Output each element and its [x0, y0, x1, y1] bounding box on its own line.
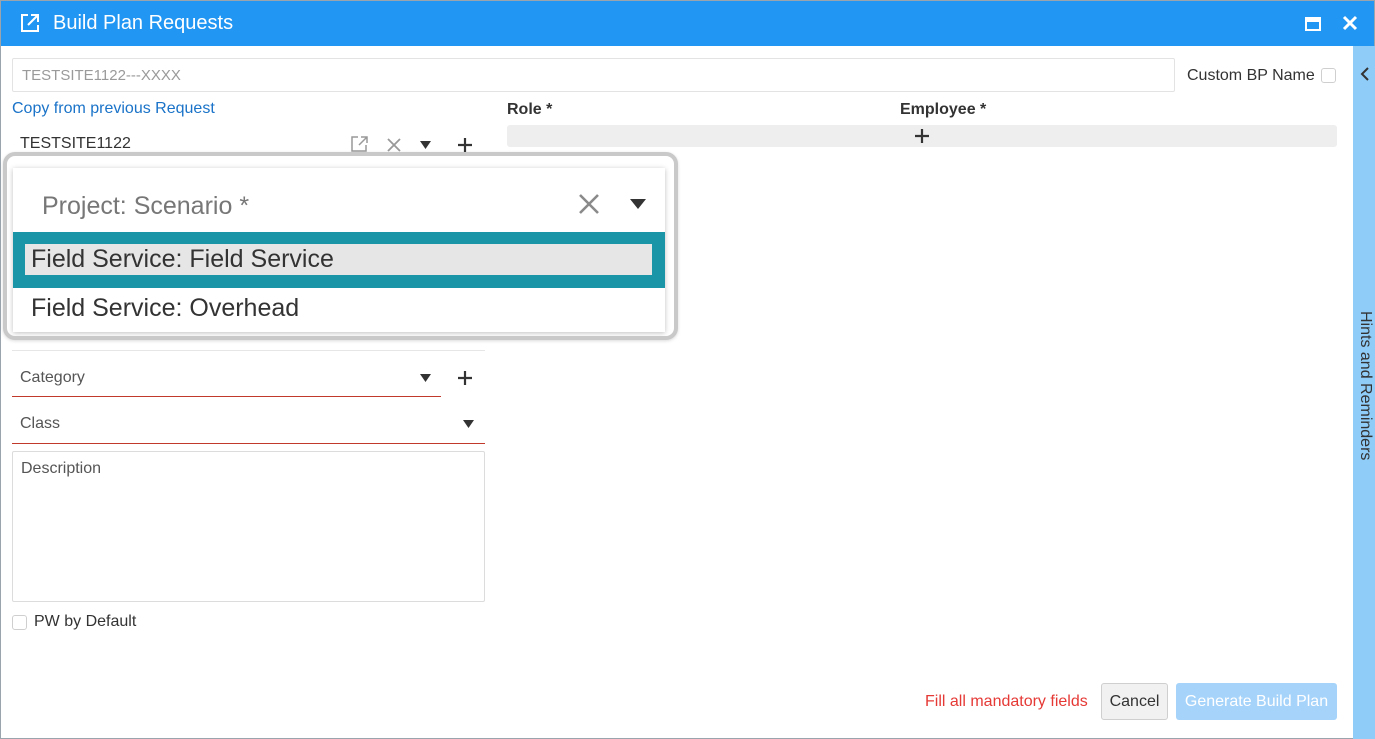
hints-label-wrap: Hints and Reminders [1353, 311, 1375, 481]
generate-build-plan-button[interactable]: Generate Build Plan [1176, 683, 1337, 720]
title-bar: Build Plan Requests [1, 1, 1374, 46]
chevron-down-icon[interactable] [462, 419, 475, 429]
mandatory-fields-warning: Fill all mandatory fields [925, 693, 1088, 710]
chevron-down-icon[interactable] [419, 373, 432, 383]
pw-by-default-label: PW by Default [34, 613, 137, 630]
role-column-header: Role * [507, 101, 553, 118]
divider [12, 350, 485, 351]
site-value: TESTSITE1122 [20, 135, 131, 152]
chevron-left-icon[interactable] [1359, 67, 1371, 81]
project-scenario-field[interactable]: Project: Scenario * [13, 168, 665, 230]
project-scenario-dropdown-callout: Project: Scenario * Field Service: Field… [3, 152, 678, 340]
category-select[interactable]: Category [12, 361, 441, 397]
class-select[interactable]: Class [12, 407, 485, 444]
clear-icon[interactable] [386, 137, 402, 153]
employee-column-header: Employee * [900, 101, 987, 118]
description-placeholder: Description [21, 460, 102, 477]
dropdown-option-highlight: Field Service: Field Service [25, 244, 652, 275]
copy-previous-request-link[interactable]: Copy from previous Request [12, 100, 215, 118]
pw-by-default-checkbox[interactable] [12, 615, 27, 630]
dropdown-option-label: Field Service: Overhead [31, 294, 300, 322]
hints-label: Hints and Reminders [1357, 311, 1374, 461]
dropdown-option[interactable]: Field Service: Overhead [13, 288, 665, 332]
maximize-icon[interactable] [1304, 15, 1322, 33]
project-scenario-dropdown[interactable]: Project: Scenario * Field Service: Field… [13, 168, 665, 332]
external-link-icon[interactable] [350, 135, 370, 153]
plus-icon[interactable] [457, 370, 473, 386]
dropdown-option-label: Field Service: Field Service [31, 245, 334, 273]
chevron-down-icon[interactable] [629, 198, 647, 210]
dropdown-option-selected[interactable]: Field Service: Field Service [13, 232, 665, 288]
project-scenario-label: Project: Scenario * [42, 192, 250, 220]
category-placeholder: Category [20, 369, 85, 386]
chevron-down-icon[interactable] [419, 140, 432, 150]
cancel-button[interactable]: Cancel [1101, 683, 1168, 720]
external-link-icon [21, 14, 39, 32]
window-title: Build Plan Requests [53, 12, 234, 34]
description-textarea[interactable]: Description [12, 451, 485, 602]
clear-icon[interactable] [578, 193, 600, 215]
class-placeholder: Class [20, 415, 61, 432]
plus-icon[interactable] [913, 127, 931, 145]
plus-icon[interactable] [457, 137, 473, 153]
build-plan-dialog: Build Plan Requests TESTSITE1122---XXXX … [0, 0, 1375, 739]
custom-bp-name-checkbox[interactable] [1321, 68, 1336, 83]
bp-name-input[interactable]: TESTSITE1122---XXXX [12, 58, 1175, 92]
close-icon[interactable] [1340, 13, 1360, 33]
custom-bp-name-label: Custom BP Name [1187, 67, 1315, 84]
